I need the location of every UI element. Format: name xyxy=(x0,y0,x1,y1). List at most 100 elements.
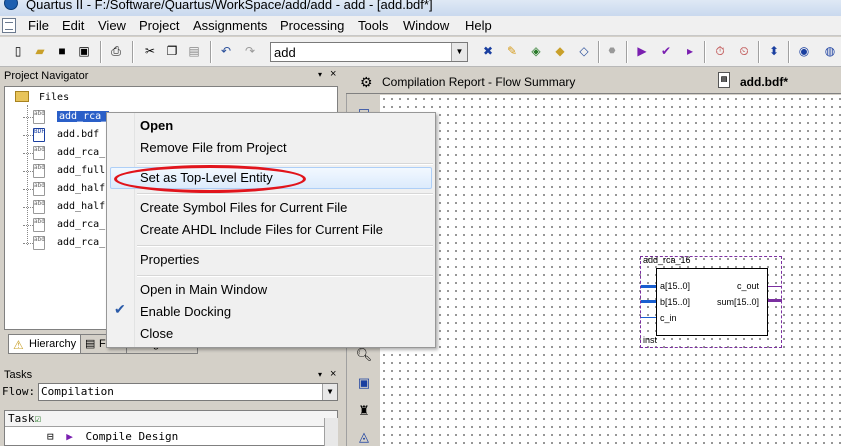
undo-icon[interactable]: ↶ xyxy=(218,43,234,59)
settings-icon[interactable]: ◆ xyxy=(552,43,568,59)
tab-add-bdf[interactable]: ▤ add.bdf* xyxy=(718,72,788,94)
assignment-editor-icon[interactable]: ◈ xyxy=(528,43,544,59)
file-name: add_rca_ xyxy=(57,237,106,248)
vertical-scrollbar[interactable] xyxy=(324,418,338,446)
tab-hierarchy[interactable]: ⚠ Hierarchy xyxy=(8,334,82,354)
save-all-icon[interactable]: ▣ xyxy=(76,43,92,59)
abd-file-icon: abd xyxy=(33,110,45,124)
open-folder-icon[interactable]: ▰ xyxy=(32,43,48,59)
zoom-icon[interactable]: 🔍︎ xyxy=(355,346,373,364)
menu-tools[interactable]: Tools xyxy=(356,17,390,35)
wire-c-out xyxy=(768,286,782,287)
timing-analysis-icon[interactable]: ⏱ xyxy=(712,43,728,59)
task-column-header[interactable]: Task☑ xyxy=(5,411,337,427)
close-icon[interactable]: × xyxy=(330,368,336,380)
pin-sum: sum[15..0] xyxy=(716,297,759,307)
menu-file[interactable]: File xyxy=(26,17,51,35)
task-table: Task☑ ⊟ ▶ Compile Design xyxy=(4,410,338,446)
copy-icon[interactable]: ❐ xyxy=(164,43,180,59)
expand-icon[interactable]: ⊟ xyxy=(47,430,54,443)
instance-name: inst xyxy=(643,335,658,345)
save-icon[interactable]: ■ xyxy=(54,43,70,59)
top-level-entity-combo[interactable]: add ▼ xyxy=(270,42,468,62)
wire-c-in xyxy=(641,317,656,318)
menu-item-open-main-window[interactable]: Open in Main Window xyxy=(140,280,267,300)
line-tool-icon[interactable]: ◬ xyxy=(355,428,373,446)
file-name: add_full xyxy=(57,165,106,176)
full-screen-icon[interactable]: ▣ xyxy=(355,374,373,392)
abd-file-icon: abd xyxy=(33,164,45,178)
file-name: add_rca_ xyxy=(57,219,106,230)
files-tab-icon: ▤ xyxy=(85,338,96,350)
file-name: add_half xyxy=(57,183,106,194)
find-icon[interactable]: ♜ xyxy=(355,402,373,420)
report-icon: ⚙ xyxy=(360,74,373,90)
print-icon[interactable]: ⎙ xyxy=(108,43,124,59)
bus-a-line xyxy=(641,285,656,288)
project-navigator-title: Project Navigator xyxy=(0,68,344,84)
menu-bar: File Edit View Project Assignments Proce… xyxy=(0,16,841,36)
document-tabs: ⚙ Compilation Report - Flow Summary ▤ ad… xyxy=(346,68,841,94)
chip-editor-icon[interactable]: ◍ xyxy=(822,43,838,59)
pin-icon[interactable]: ▾ xyxy=(318,370,322,379)
abd-file-icon: abd xyxy=(33,146,45,160)
menu-item-properties[interactable]: Properties xyxy=(140,250,199,270)
table-row[interactable]: ⊟ ▶ Compile Design xyxy=(47,430,178,443)
paste-icon[interactable]: ▤ xyxy=(186,43,202,59)
chip-planner-icon[interactable]: ✖ xyxy=(480,43,496,59)
analysis-synthesis-icon[interactable]: ✔ xyxy=(658,43,674,59)
pin-icon[interactable]: ▾ xyxy=(318,70,322,79)
pin-planner-icon[interactable]: ✎ xyxy=(504,43,520,59)
file-name: add_half xyxy=(57,201,106,212)
stop-icon[interactable]: ⬣ xyxy=(604,43,620,59)
menu-project[interactable]: Project xyxy=(137,17,181,35)
abd-file-icon: abd xyxy=(33,200,45,214)
symbol-name: add_rca_16 xyxy=(643,255,691,265)
programmer-icon[interactable]: ◉ xyxy=(796,43,812,59)
pin-b: b[15..0] xyxy=(660,297,691,307)
file-name: add.bdf xyxy=(57,129,100,140)
chevron-down-icon[interactable]: ▼ xyxy=(451,43,467,61)
timequest-icon[interactable]: ◇ xyxy=(576,43,592,59)
menu-item-create-ahdl[interactable]: Create AHDL Include Files for Current Fi… xyxy=(140,220,383,240)
checkbox-icon: ☑ xyxy=(34,412,42,425)
menu-window[interactable]: Window xyxy=(401,17,451,35)
tasks-title: Tasks xyxy=(4,369,33,381)
rtl-viewer-icon[interactable]: ⬍ xyxy=(766,43,782,59)
menu-edit[interactable]: Edit xyxy=(60,17,86,35)
window-title: Quartus II - F:/Software/Quartus/WorkSpa… xyxy=(26,0,433,12)
checkmark-icon: ✔ xyxy=(114,301,126,317)
menu-view[interactable]: View xyxy=(96,17,128,35)
chevron-down-icon[interactable]: ▼ xyxy=(322,384,337,400)
highlight-oval xyxy=(114,165,306,193)
menu-item-create-symbol[interactable]: Create Symbol Files for Current File xyxy=(140,198,347,218)
redo-icon[interactable]: ↷ xyxy=(242,43,258,59)
fitter-icon[interactable]: ▸ xyxy=(682,43,698,59)
title-bar: Quartus II - F:/Software/Quartus/WorkSpa… xyxy=(0,0,841,16)
file-name: add_rca_ xyxy=(57,147,106,158)
flow-combo[interactable]: Compilation ▼ xyxy=(38,383,338,401)
folder-icon xyxy=(15,91,29,102)
tab-compilation-report[interactable]: ⚙ Compilation Report - Flow Summary xyxy=(360,72,575,94)
close-icon[interactable]: × xyxy=(330,68,336,80)
cut-icon[interactable]: ✂ xyxy=(142,43,158,59)
file-name: add_rca_ xyxy=(57,111,110,122)
menu-processing[interactable]: Processing xyxy=(278,17,346,35)
abd-file-icon: abd xyxy=(33,236,45,250)
start-compilation-icon[interactable]: ▶ xyxy=(634,43,650,59)
menu-item-remove-file[interactable]: Remove File from Project xyxy=(140,138,287,158)
new-file-icon[interactable]: ▯ xyxy=(10,43,26,59)
quartus-app-icon xyxy=(4,0,18,10)
menu-help[interactable]: Help xyxy=(463,17,494,35)
compile-play-icon: ▶ xyxy=(66,430,73,443)
warning-hierarchy-icon: ⚠ xyxy=(13,338,24,352)
menu-item-open[interactable]: Open xyxy=(140,116,173,136)
files-root-label[interactable]: Files xyxy=(39,92,69,103)
pin-c-out: c_out xyxy=(736,281,759,291)
abd-file-icon: abd xyxy=(33,218,45,232)
menu-item-close[interactable]: Close xyxy=(140,324,173,344)
simulation-icon[interactable]: ⏲ xyxy=(736,43,752,59)
flow-label: Flow: xyxy=(2,385,36,398)
menu-assignments[interactable]: Assignments xyxy=(191,17,269,35)
menu-item-enable-docking[interactable]: Enable Docking xyxy=(140,302,231,322)
